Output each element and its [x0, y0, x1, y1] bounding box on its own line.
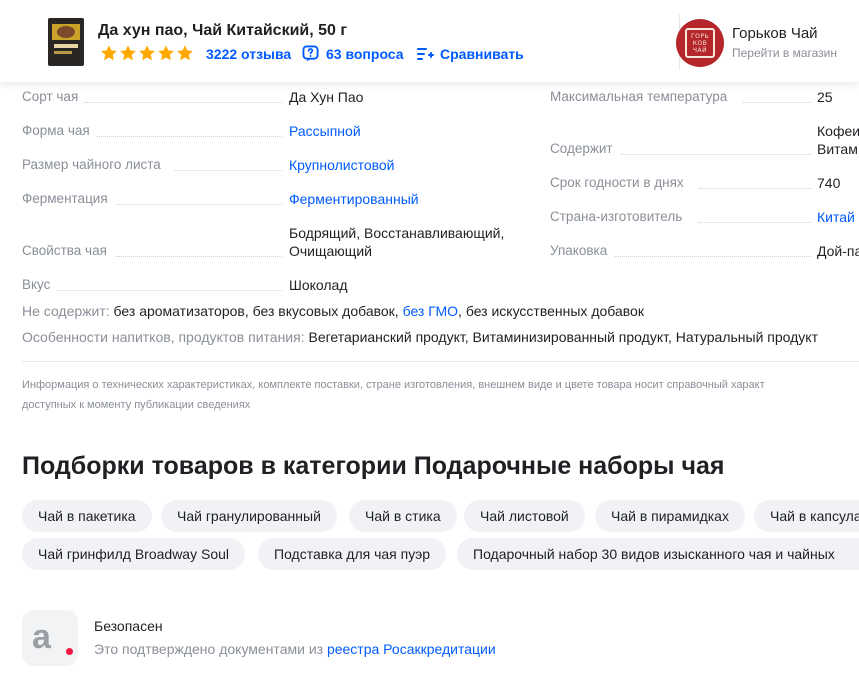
product-thumbnail[interactable] — [48, 18, 84, 66]
spec-value-link[interactable]: Крупнолистовой — [289, 156, 395, 174]
spec-value: Дой-па — [817, 243, 859, 259]
spec-dots — [698, 222, 811, 223]
divider — [22, 361, 859, 362]
spec-value-link[interactable]: Ферментированный — [289, 190, 419, 208]
spec-label: Свойства чая — [22, 243, 107, 258]
spec-dots — [699, 188, 811, 189]
collections-title: Подборки товаров в категории Подарочные … — [22, 452, 725, 480]
spec-label: Упаковка — [550, 243, 608, 258]
star-icon — [158, 45, 174, 61]
spec-value-link[interactable]: Китай — [817, 208, 855, 226]
spec-value: Да Хун Пао — [289, 89, 364, 105]
collection-chip[interactable]: Чай в капсула — [754, 500, 859, 532]
disclaimer-text: Информация о технических характеристиках… — [22, 375, 859, 415]
spec-label: Вкус — [22, 277, 51, 292]
spec-value-link[interactable]: Рассыпной — [289, 122, 361, 140]
collection-chip[interactable]: Подставка для чая пуэр — [258, 538, 447, 570]
features-row: Особенности напитков, продуктов питания:… — [22, 329, 818, 345]
collection-chip[interactable]: Чай в пирамидках — [595, 500, 745, 532]
spec-label: Максимальная температура — [550, 89, 728, 104]
compare-icon[interactable] — [416, 46, 434, 62]
features-value: Вегетарианский продукт, Витаминизированн… — [308, 329, 819, 345]
star-icon — [177, 45, 193, 61]
no-gmo-link[interactable]: без ГМО — [403, 303, 458, 319]
spec-label: Форма чая — [22, 123, 90, 138]
rating-stars[interactable] — [100, 44, 194, 62]
product-title[interactable]: Да хун пао, Чай Китайский, 50 г — [98, 22, 347, 40]
shop-logo-text: ГОРЬ КОВ ЧАЙ — [690, 33, 710, 54]
collection-chip[interactable]: Чай в стика — [349, 500, 457, 532]
question-icon[interactable] — [302, 45, 319, 62]
not-contains-label: Не содержит: — [22, 303, 110, 319]
spec-value: Кофеи — [817, 123, 859, 139]
features-label: Особенности напитков, продуктов питания: — [22, 329, 305, 345]
go-to-shop-link[interactable]: Перейти в магазин — [732, 46, 837, 60]
spec-dots — [743, 102, 811, 103]
questions-link[interactable]: 63 вопроса — [326, 46, 404, 62]
collection-chip[interactable]: Чай листовой — [464, 500, 585, 532]
collection-chip[interactable]: Чай гранулированный — [161, 500, 337, 532]
spec-value: Шоколад — [289, 277, 348, 293]
safety-text-body: Это подтверждено документами из — [94, 641, 324, 657]
spec-dots — [117, 204, 282, 205]
spec-value: Витам — [817, 141, 858, 157]
spec-label: Сорт чая — [22, 89, 79, 104]
registry-link[interactable]: реестра Росаккредитации — [327, 641, 496, 657]
star-icon — [120, 45, 136, 61]
spec-label: Содержит — [550, 141, 613, 156]
spec-dots — [621, 154, 811, 155]
spec-dots — [97, 136, 282, 137]
collection-chip[interactable]: Подарочный набор 30 видов изысканного ча… — [457, 538, 859, 570]
spec-dots — [175, 170, 282, 171]
collection-chip[interactable]: Чай гринфилд Broadway Soul — [22, 538, 246, 570]
reviews-link[interactable]: 3222 отзыва — [206, 46, 291, 62]
spec-dots — [57, 290, 282, 291]
spec-value: Бодрящий, Восстанавливающий, — [289, 225, 505, 241]
spec-label: Ферментация — [22, 191, 108, 206]
accreditation-logo-icon: a — [32, 618, 51, 656]
not-contains-value: без ароматизаторов, без вкусовых добавок… — [113, 303, 399, 319]
status-dot — [64, 646, 75, 657]
spec-dots — [116, 256, 282, 257]
not-contains-row: Не содержит: без ароматизаторов, без вку… — [22, 303, 644, 319]
compare-link[interactable]: Сравнивать — [440, 46, 524, 62]
spec-label: Размер чайного листа — [22, 157, 161, 172]
star-icon — [101, 45, 117, 61]
safety-text: Это подтверждено документами из реестра … — [94, 641, 496, 657]
safety-icon: a — [22, 610, 78, 666]
spec-label: Страна-изготовитель — [550, 209, 683, 224]
disclaimer-line: Информация о технических характеристиках… — [22, 379, 765, 391]
spec-label: Срок годности в днях — [550, 175, 684, 190]
shop-logo[interactable]: ГОРЬ КОВ ЧАЙ — [676, 19, 724, 67]
sticky-product-header: Да хун пао, Чай Китайский, 50 г 3222 отз… — [0, 0, 859, 82]
spec-dots — [615, 256, 811, 257]
disclaimer-line: доступных к моменту публикации сведениях — [22, 399, 251, 411]
spec-value: 25 — [817, 89, 833, 105]
spec-value: 740 — [817, 175, 841, 191]
safety-title: Безопасен — [94, 618, 163, 634]
star-icon — [139, 45, 155, 61]
spec-dots — [84, 102, 282, 103]
not-contains-value-rest: , без искусственных добавок — [458, 303, 644, 319]
collection-chip[interactable]: Чай в пакетика — [22, 500, 152, 532]
spec-value: Очищающий — [289, 243, 372, 259]
shop-name[interactable]: Горьков Чай — [732, 25, 818, 42]
